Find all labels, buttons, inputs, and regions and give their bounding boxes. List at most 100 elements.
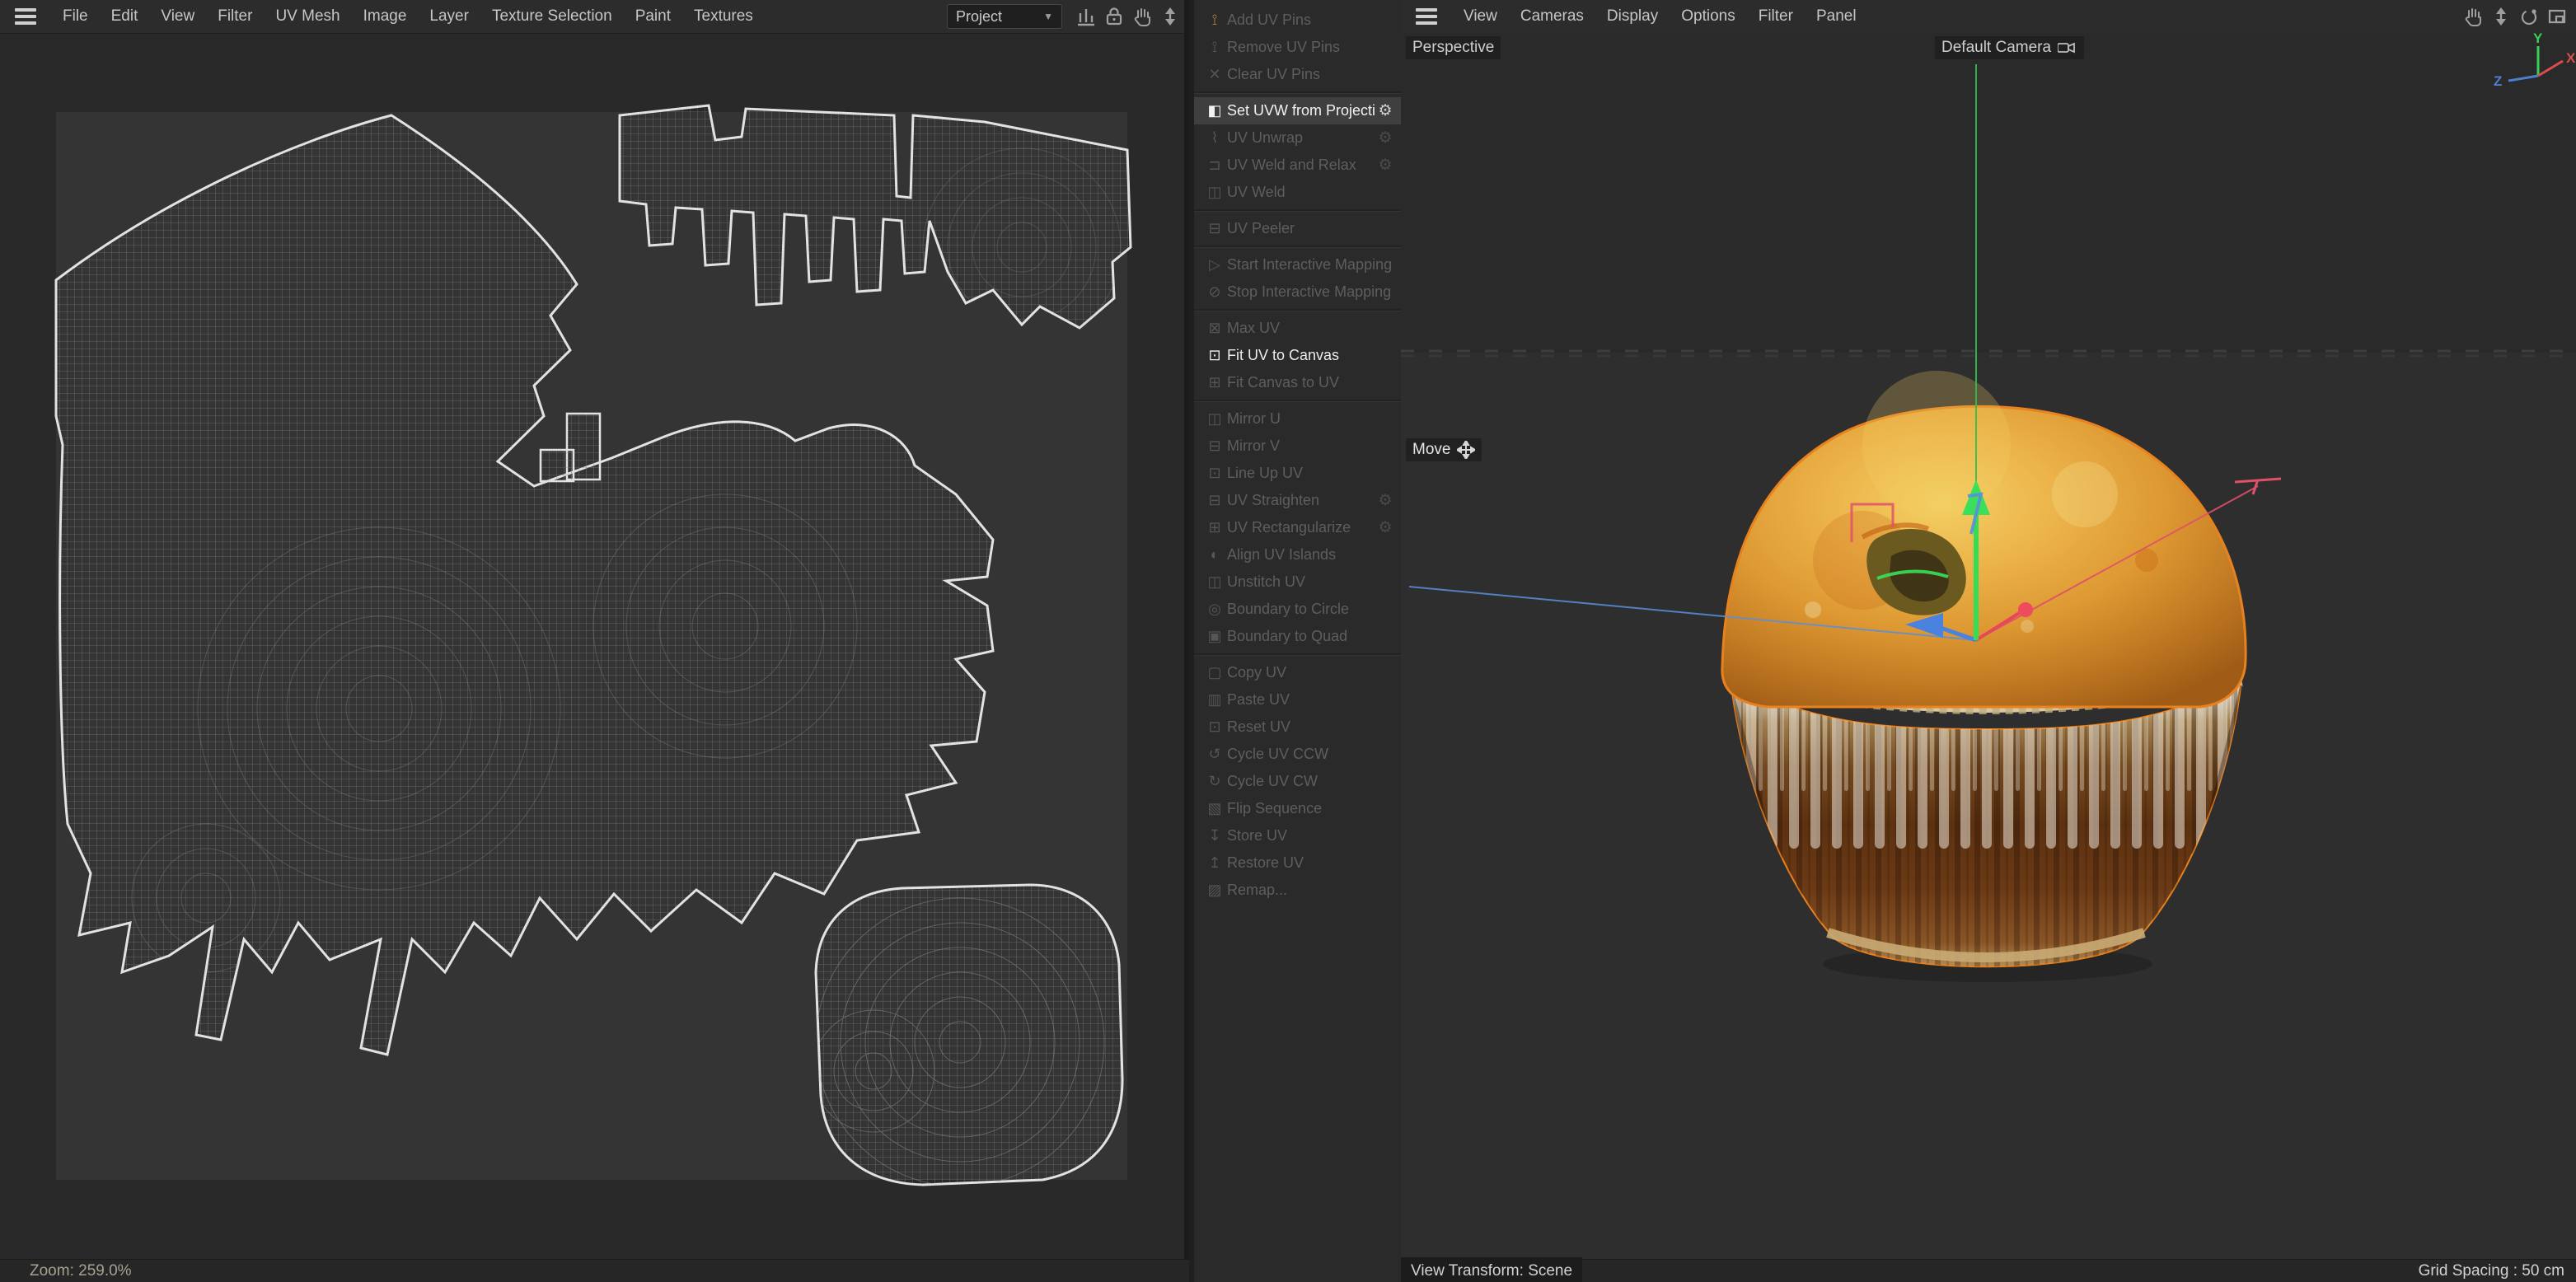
reset-icon: ⊡ [1202,718,1227,736]
3d-scene[interactable]: Y X Z [1401,33,2576,1259]
projection-mode-label[interactable]: Perspective [1406,36,1501,59]
perspective-viewport-panel: View Cameras Display Options Filter Pane… [1401,0,2576,1282]
boundary-circle-icon: ◎ [1202,601,1227,618]
cmd-cycle-uv-cw[interactable]: ↻Cycle UV CW [1194,768,1401,795]
cmd-uv-rectangularize[interactable]: ⊞UV Rectangularize⚙ [1194,514,1401,541]
hamburger-icon[interactable] [1401,8,1452,25]
vp-menu-options[interactable]: Options [1670,7,1746,26]
viewport-menubar: View Cameras Display Options Filter Pane… [1401,0,2576,34]
bodypaint-uv-edit-window: File Edit View Filter UV Mesh Image Laye… [0,0,2576,1282]
boundary-quad-icon: ▣ [1202,628,1227,645]
uv-islands-layer[interactable] [0,0,1184,1282]
x-handle-dot[interactable] [2018,602,2033,617]
cmd-copy-uv[interactable]: ▢Copy UV [1194,659,1401,686]
move-tool-icon [1457,441,1475,459]
cmd-cycle-uv-ccw[interactable]: ↺Cycle UV CCW [1194,741,1401,768]
cmd-uv-straighten[interactable]: ⊟UV Straighten⚙ [1194,487,1401,514]
cmd-uv-unwrap[interactable]: ⌇UV Unwrap⚙ [1194,124,1401,152]
weld-relax-icon: ⊐ [1202,157,1227,174]
vp-menu-display[interactable]: Display [1595,7,1670,26]
cmd-align-uv-islands[interactable]: ◐Align UV Islands [1194,541,1401,568]
cmd-reset-uv[interactable]: ⊡Reset UV [1194,714,1401,741]
cmd-boundary-to-circle[interactable]: ◎Boundary to Circle [1194,596,1401,623]
cmd-flip-sequence[interactable]: ▧Flip Sequence [1194,795,1401,822]
active-tool-label[interactable]: Move [1406,438,1482,461]
cmd-paste-uv[interactable]: ▥Paste UV [1194,686,1401,714]
vp-menu-view[interactable]: View [1452,7,1509,26]
divider [1194,91,1401,94]
clear-icon: ✕ [1202,66,1227,83]
maximize-icon[interactable] [2543,4,2571,29]
uv-island-bottom[interactable] [813,885,1122,1186]
store-icon: ↧ [1202,827,1227,845]
uv-command-palette: ⟟Add UV Pins ⟟Remove UV Pins ✕Clear UV P… [1189,0,1401,1282]
rectangularize-icon: ⊞ [1202,519,1227,536]
pin-icon: ⟟ [1202,12,1227,29]
cmd-uv-weld[interactable]: ◫UV Weld [1194,179,1401,206]
mirror-v-icon: ⊟ [1202,437,1227,455]
cmd-clear-uv-pins[interactable]: ✕Clear UV Pins [1194,61,1401,88]
vp-menu-cameras[interactable]: Cameras [1509,7,1595,26]
zoom-scroll-icon[interactable] [2487,4,2515,29]
cmd-restore-uv[interactable]: ↥Restore UV [1194,849,1401,877]
vp-menu-filter[interactable]: Filter [1747,7,1805,26]
cmd-uv-peeler[interactable]: ⊟UV Peeler [1194,215,1401,242]
unwrap-icon: ⌇ [1202,129,1227,147]
cmd-uv-weld-and-relax[interactable]: ⊐UV Weld and Relax⚙ [1194,152,1401,179]
divider [1194,400,1401,402]
gear-icon[interactable]: ⚙ [1375,129,1396,147]
weld-icon: ◫ [1202,184,1227,201]
cmd-store-uv[interactable]: ↧Store UV [1194,822,1401,849]
gear-icon[interactable]: ⚙ [1375,518,1396,537]
cmd-unstitch-uv[interactable]: ◫Unstitch UV [1194,568,1401,596]
cmd-remap[interactable]: ▨Remap... [1194,877,1401,904]
zoom-readout: Zoom: 259.0% [30,1262,132,1280]
cmd-line-up-uv[interactable]: ⊡Line Up UV [1194,460,1401,487]
cmd-max-uv[interactable]: ⊠Max UV [1194,315,1401,342]
mirror-u-icon: ◫ [1202,410,1227,428]
divider [1194,653,1401,656]
fit-canvas-icon: ⊞ [1202,374,1227,391]
cmd-boundary-to-quad[interactable]: ▣Boundary to Quad [1194,623,1401,650]
gear-icon[interactable]: ⚙ [1375,101,1396,120]
orbit-icon[interactable] [2515,4,2543,29]
cmd-fit-canvas-to-uv[interactable]: ⊞Fit Canvas to UV [1194,369,1401,396]
flip-sequence-icon: ▧ [1202,800,1227,817]
max-uv-icon: ⊠ [1202,320,1227,337]
fit-uv-icon: ⊡ [1202,347,1227,364]
divider [1194,309,1401,311]
remap-icon: ▨ [1202,882,1227,899]
play-icon: ▷ [1202,256,1227,274]
paste-icon: ▥ [1202,691,1227,709]
uv-island-fragments[interactable] [541,414,600,481]
cmd-fit-uv-to-canvas[interactable]: ⊡Fit UV to Canvas [1194,342,1401,369]
axis-y-label: Y [2533,33,2543,46]
cmd-mirror-u[interactable]: ◫Mirror U [1194,405,1401,433]
axis-x-label: X [2566,50,2576,66]
cmd-stop-interactive-mapping[interactable]: ⊘Stop Interactive Mapping [1194,278,1401,306]
gear-icon[interactable]: ⚙ [1375,156,1396,175]
restore-icon: ↥ [1202,854,1227,872]
cmd-add-uv-pins[interactable]: ⟟Add UV Pins [1194,7,1401,34]
divider [1194,246,1401,248]
viewport-status-bar: View Transform: Scene Grid Spacing : 50 … [1401,1259,2576,1282]
cmd-mirror-v[interactable]: ⊟Mirror V [1194,433,1401,460]
cmd-remove-uv-pins[interactable]: ⟟Remove UV Pins [1194,34,1401,61]
camera-label[interactable]: Default Camera [1935,36,2084,59]
uv-island-rim[interactable] [620,105,1131,346]
cycle-cw-icon: ↻ [1202,773,1227,790]
peeler-icon: ⊟ [1202,220,1227,237]
divider [1194,209,1401,212]
vp-menu-panel[interactable]: Panel [1805,7,1868,26]
unstitch-icon: ◫ [1202,573,1227,591]
view-transform-readout: View Transform: Scene [1401,1257,1582,1282]
cycle-ccw-icon: ↺ [1202,746,1227,763]
projection-icon: ◧ [1202,102,1227,119]
cmd-set-uvw-from-projection[interactable]: ◧Set UVW from Projection⚙ [1194,97,1401,124]
cmd-start-interactive-mapping[interactable]: ▷Start Interactive Mapping [1194,251,1401,278]
straighten-icon: ⊟ [1202,492,1227,509]
stop-icon: ⊘ [1202,283,1227,301]
pan-hand-icon[interactable] [2459,4,2487,29]
sky-band [1401,33,2576,353]
gear-icon[interactable]: ⚙ [1375,491,1396,510]
